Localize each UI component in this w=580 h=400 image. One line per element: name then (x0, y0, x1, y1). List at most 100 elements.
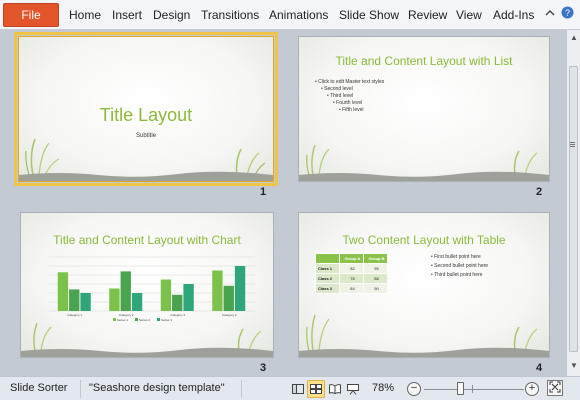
chart-bar (120, 271, 131, 311)
table-cell: 95 (363, 263, 388, 274)
zoom-slider-thumb[interactable] (457, 382, 464, 395)
bullet-list: • Click to edit Master text styles • Sec… (315, 79, 384, 114)
table-header-cell (315, 253, 340, 264)
help-icon[interactable]: ? (561, 6, 574, 22)
zoom-in-icon[interactable]: + (525, 382, 539, 396)
book-icon (329, 384, 341, 394)
chart-bar (69, 289, 80, 311)
x-tick-label: Category 3 (170, 313, 185, 317)
bullet-item: • Second level (321, 86, 353, 92)
table-cell: 82 (339, 263, 364, 274)
bar-chart: Category 1 Category 2 Category 3 Category 4… (49, 256, 255, 322)
chart-bar (212, 270, 223, 311)
slide-title: Title and Content Layout with Chart (53, 233, 241, 247)
scroll-up-icon[interactable]: ▲ (569, 33, 579, 43)
vertical-scrollbar[interactable]: ▲ ▼ (566, 30, 580, 376)
tab-insert[interactable]: Insert (112, 8, 142, 22)
svg-text:?: ? (565, 8, 570, 18)
ground-decoration (299, 347, 549, 357)
tab-add-ins[interactable]: Add-Ins (493, 8, 534, 22)
slide-thumbnail-2[interactable]: Title and Content Layout with List • Cli… (298, 36, 550, 182)
table-cell: Class 3 (315, 283, 340, 294)
bullet-item: • Third bullet point here (431, 272, 483, 278)
slide-number: 2 (536, 186, 543, 198)
tab-review[interactable]: Review (408, 8, 447, 22)
ribbon-tab-bar: File Home Insert Design Transitions Anim… (0, 0, 580, 30)
x-tick-label: Category 1 (67, 313, 82, 317)
tab-animations[interactable]: Animations (269, 8, 328, 22)
table-cell: 90 (363, 283, 388, 294)
view-name: Slide Sorter (10, 382, 68, 394)
ground-decoration (299, 171, 549, 181)
normal-view-icon (292, 384, 304, 394)
bullet-item: • Third level (327, 93, 354, 99)
theme-name[interactable]: "Seashore design template" (89, 382, 225, 394)
fit-to-window-icon[interactable] (547, 380, 563, 396)
tab-slide-show[interactable]: Slide Show (339, 8, 399, 22)
normal-view-button[interactable] (289, 380, 307, 398)
legend-label: Series 3 (161, 318, 172, 322)
ground-decoration (21, 347, 273, 357)
scroll-down-icon[interactable]: ▼ (569, 361, 579, 371)
slide-number: 3 (260, 362, 267, 374)
zoom-slider-midpoint (472, 385, 473, 393)
bullet-item: • First bullet point here (431, 254, 481, 260)
chevron-up-icon[interactable] (545, 7, 555, 21)
chart-bar (183, 284, 194, 311)
slide-thumbnail-3[interactable]: Title and Content Layout with Chart Cate… (20, 212, 274, 358)
slide-show-button[interactable] (344, 380, 362, 398)
tab-design[interactable]: Design (153, 8, 190, 22)
x-tick-label: Category 4 (222, 313, 237, 317)
table-cell: 84 (339, 283, 364, 294)
slide-sorter-view-button[interactable] (307, 380, 325, 398)
zoom-slider[interactable] (424, 389, 524, 390)
table-cell: Class 1 (315, 263, 340, 274)
bullet-item: • Fifth level (339, 107, 364, 113)
slide-title: Title Layout (99, 105, 193, 125)
reading-view-button[interactable] (326, 380, 344, 398)
chart-bar (80, 293, 91, 311)
ground-decoration (19, 171, 273, 181)
table-header-cell: Group B (363, 253, 388, 264)
legend-swatch (113, 318, 116, 321)
slide-thumbnail-1[interactable]: Title Layout Subtitle (14, 32, 278, 186)
slide-sorter-pane[interactable]: Title Layout Subtitle 1 Title and Conten… (0, 30, 566, 376)
file-tab[interactable]: File (3, 3, 59, 27)
table-cell: Class 2 (315, 273, 340, 284)
chart-bar (172, 294, 183, 311)
scrollbar-thumb[interactable] (569, 66, 578, 352)
table-header-cell: Group A (339, 253, 364, 264)
chart-bar (223, 285, 234, 311)
slide-sorter-icon (310, 384, 322, 394)
tab-transitions[interactable]: Transitions (201, 8, 259, 22)
x-tick-label: Category 2 (119, 313, 134, 317)
legend-swatch (157, 318, 160, 321)
zoom-level[interactable]: 78% (372, 382, 394, 394)
legend-label: Series 2 (139, 318, 150, 322)
zoom-out-icon[interactable]: − (407, 382, 421, 396)
divider (241, 380, 242, 398)
bullet-item: • Second bullet point here (431, 263, 489, 269)
slide-number: 1 (260, 186, 267, 198)
table-row: Class 2 76 88 (315, 273, 388, 284)
divider (80, 380, 81, 398)
grip-icon (570, 142, 575, 143)
chart-bar (131, 293, 143, 311)
slide-thumbnail-4[interactable]: Two Content Layout with Table Group A Gr… (298, 212, 550, 358)
projector-screen-icon (347, 383, 359, 395)
bullet-item: • Fourth level (333, 100, 363, 106)
legend-swatch (135, 318, 138, 321)
tab-view[interactable]: View (456, 8, 482, 22)
chart-bar (109, 288, 120, 311)
tab-home[interactable]: Home (69, 8, 101, 22)
chart-bar (160, 279, 172, 311)
legend-label: Series 1 (117, 318, 128, 322)
bullet-list: • First bullet point here • Second bulle… (431, 253, 488, 280)
chart-bar (234, 266, 246, 311)
table-header-row: Group A Group B (315, 253, 388, 264)
slide-title: Two Content Layout with Table (342, 233, 506, 247)
table-row: Class 3 84 90 (315, 283, 388, 294)
table-cell: 88 (363, 273, 388, 284)
table-row: Class 1 82 95 (315, 263, 388, 274)
chart-bar (57, 272, 69, 311)
